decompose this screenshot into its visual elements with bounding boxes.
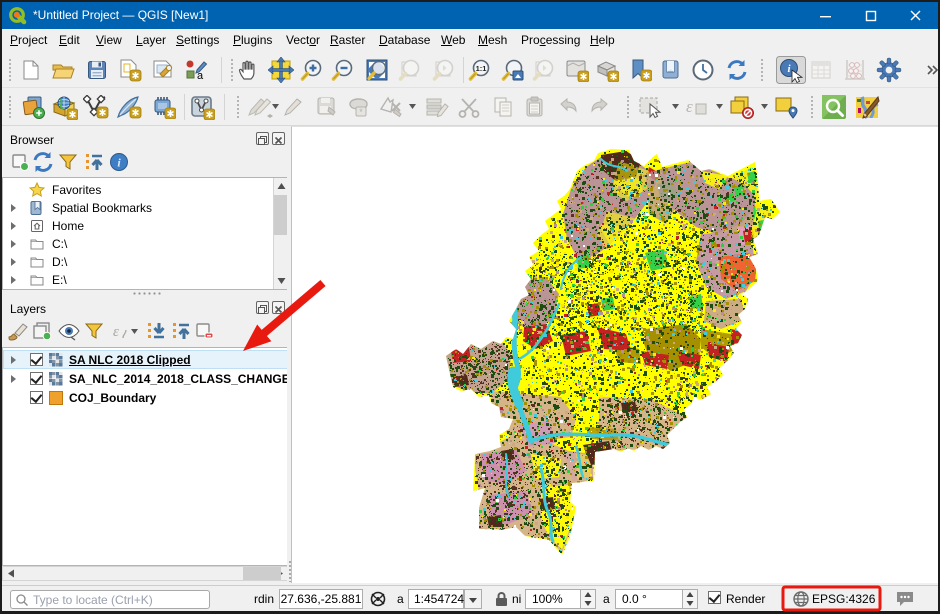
svg-text:*: *	[359, 107, 363, 117]
svg-text:ε: ε	[113, 324, 119, 340]
svg-text:1:1: 1:1	[476, 64, 487, 73]
svg-text:ε: ε	[686, 97, 693, 116]
